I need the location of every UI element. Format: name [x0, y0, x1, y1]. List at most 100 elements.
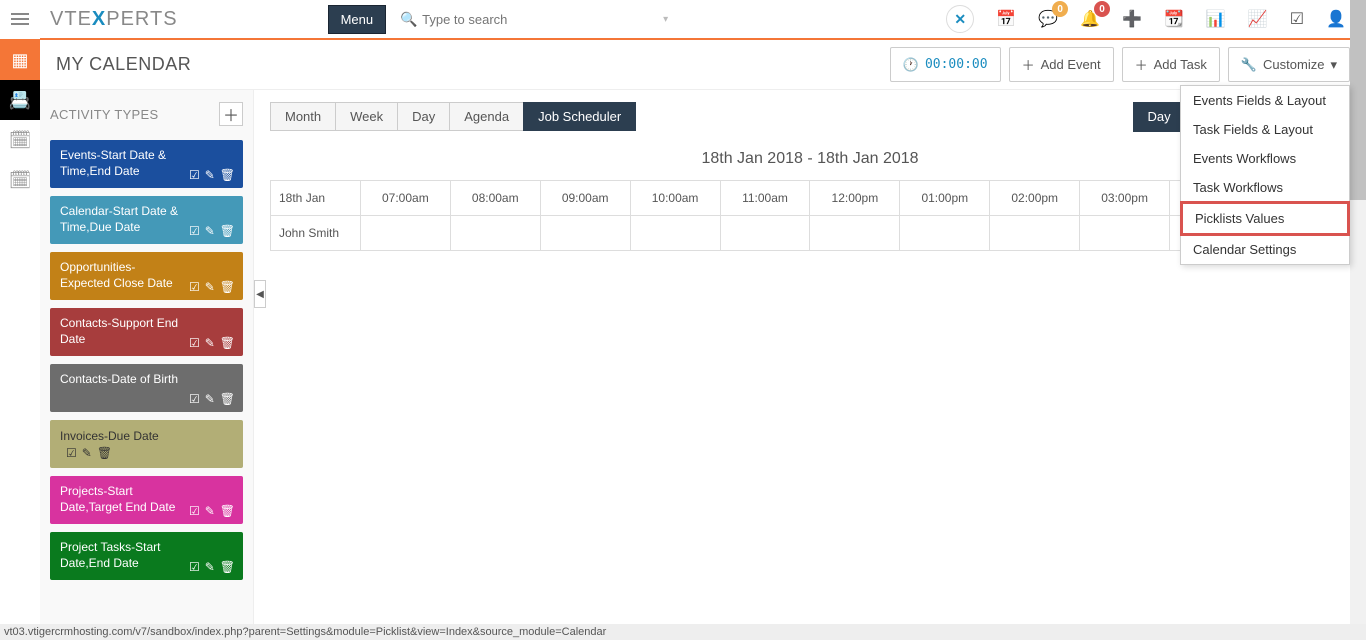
- time-cell[interactable]: [450, 216, 540, 251]
- activity-actions: ☑ ✎ 🗑: [189, 224, 235, 238]
- check-icon[interactable]: ☑: [189, 168, 200, 182]
- time-cell[interactable]: [1080, 216, 1170, 251]
- area-chart-icon[interactable]: 📈: [1248, 9, 1268, 29]
- view-tab[interactable]: Week: [335, 102, 398, 131]
- view-tab[interactable]: Day: [397, 102, 450, 131]
- activity-label: Contacts-Date of Birth: [60, 372, 233, 388]
- activity-card[interactable]: Opportunities-Expected Close Date☑✎🗑: [50, 252, 243, 300]
- activity-card[interactable]: Contacts-Date of Birth ☑ ✎ 🗑: [50, 364, 243, 412]
- delete-icon[interactable]: 🗑: [220, 280, 235, 294]
- time-cell[interactable]: [540, 216, 630, 251]
- view-tab[interactable]: Agenda: [449, 102, 524, 131]
- time-cell[interactable]: [990, 216, 1080, 251]
- hamburger-menu[interactable]: [0, 0, 40, 39]
- menu-task-workflows[interactable]: Task Workflows: [1181, 173, 1349, 202]
- check-icon[interactable]: ☑: [189, 392, 200, 406]
- sidebar-collapse-handle[interactable]: ◀: [254, 280, 266, 308]
- nav-tab[interactable]: Day: [1133, 102, 1186, 132]
- activity-actions: ☑ ✎ 🗑: [189, 392, 235, 406]
- edit-icon[interactable]: ✎: [205, 392, 215, 406]
- add-event-label: Add Event: [1041, 57, 1101, 72]
- add-icon[interactable]: ➕: [1122, 9, 1142, 29]
- menu-button[interactable]: Menu: [328, 5, 387, 34]
- activity-card[interactable]: Events-Start Date & Time,End Date☑✎🗑: [50, 140, 243, 188]
- check-icon[interactable]: ☑: [189, 504, 200, 518]
- activity-actions: ☑ ✎ 🗑: [189, 336, 235, 350]
- plus-icon: ＋: [1022, 55, 1035, 74]
- view-tab[interactable]: Job Scheduler: [523, 102, 636, 131]
- check-icon[interactable]: ☑: [189, 560, 200, 574]
- checkbox-icon[interactable]: ☑: [1290, 9, 1304, 29]
- customize-button[interactable]: 🔧 Customize ▾: [1228, 47, 1350, 82]
- check-icon[interactable]: ☑: [66, 446, 77, 460]
- company-avatar[interactable]: ✕: [946, 5, 974, 33]
- delete-icon[interactable]: 🗑: [220, 560, 235, 574]
- calendar-icon[interactable]: 📆: [1164, 9, 1184, 29]
- delete-icon[interactable]: 🗑: [220, 336, 235, 350]
- menu-events-workflows[interactable]: Events Workflows: [1181, 144, 1349, 173]
- edit-icon[interactable]: ✎: [205, 504, 215, 518]
- delete-icon[interactable]: 🗑: [220, 504, 235, 518]
- time-cell[interactable]: [900, 216, 990, 251]
- edit-icon[interactable]: ✎: [205, 560, 215, 574]
- edit-icon[interactable]: ✎: [205, 336, 215, 350]
- time-cell[interactable]: [630, 216, 720, 251]
- time-slot-header: 08:00am: [450, 181, 540, 216]
- timer-button[interactable]: 🕐 00:00:00: [890, 47, 1001, 82]
- bell-badge: 0: [1094, 1, 1110, 17]
- search-input[interactable]: [394, 6, 674, 33]
- vertical-scrollbar[interactable]: [1350, 0, 1366, 624]
- menu-events-fields[interactable]: Events Fields & Layout: [1181, 86, 1349, 115]
- chat-icon[interactable]: 💬0: [1038, 9, 1058, 29]
- hamburger-icon: [11, 13, 29, 25]
- calendar-quick-icon[interactable]: 📅: [996, 9, 1016, 29]
- delete-icon[interactable]: 🗑: [97, 446, 112, 460]
- check-icon[interactable]: ☑: [189, 336, 200, 350]
- timer-value: 00:00:00: [925, 57, 988, 72]
- activity-card[interactable]: Project Tasks-Start Date,End Date☑✎🗑: [50, 532, 243, 580]
- activity-actions: ☑ ✎ 🗑: [189, 280, 235, 294]
- edit-icon[interactable]: ✎: [205, 224, 215, 238]
- wrench-icon: 🔧: [1241, 57, 1257, 73]
- search-dropdown-icon[interactable]: ▾: [663, 14, 668, 25]
- activity-card[interactable]: Invoices-Due Date☑✎🗑: [50, 420, 243, 468]
- check-icon[interactable]: ☑: [189, 224, 200, 238]
- menu-task-fields[interactable]: Task Fields & Layout: [1181, 115, 1349, 144]
- time-cell[interactable]: [810, 216, 900, 251]
- menu-calendar-settings[interactable]: Calendar Settings: [1181, 235, 1349, 264]
- add-event-button[interactable]: ＋ Add Event: [1009, 47, 1114, 82]
- delete-icon[interactable]: 🗑: [220, 168, 235, 182]
- menu-picklists-values[interactable]: Picklists Values: [1180, 201, 1350, 236]
- leftbar-calendar-user[interactable]: 📇: [0, 80, 40, 120]
- add-task-label: Add Task: [1154, 57, 1207, 72]
- delete-icon[interactable]: 🗑: [220, 392, 235, 406]
- notifications-icon[interactable]: 🔔0: [1080, 9, 1100, 29]
- edit-icon[interactable]: ✎: [205, 280, 215, 294]
- activity-card[interactable]: Contacts-Support End Date☑✎🗑: [50, 308, 243, 356]
- add-activity-button[interactable]: ＋: [219, 102, 243, 126]
- scrollbar-thumb[interactable]: [1350, 0, 1366, 200]
- statusbar: vt03.vtigercrmhosting.com/v7/sandbox/ind…: [0, 624, 1366, 640]
- leftbar-calendar-grid[interactable]: ▦: [0, 40, 40, 80]
- bar-chart-icon[interactable]: 📊: [1206, 9, 1226, 29]
- activity-actions: ☑ ✎ 🗑: [66, 446, 112, 460]
- activity-card[interactable]: Calendar-Start Date & Time,Due Date☑✎🗑: [50, 196, 243, 244]
- activity-actions: ☑ ✎ 🗑: [189, 504, 235, 518]
- leftbar-calendar-check[interactable]: 🗓: [0, 120, 40, 160]
- delete-icon[interactable]: 🗑: [220, 224, 235, 238]
- edit-icon[interactable]: ✎: [205, 168, 215, 182]
- app-logo[interactable]: VTEXPERTS: [40, 8, 188, 31]
- view-tab[interactable]: Month: [270, 102, 336, 131]
- edit-icon[interactable]: ✎: [82, 446, 92, 460]
- activity-card[interactable]: Projects-Start Date,Target End Date☑✎🗑: [50, 476, 243, 524]
- time-cell[interactable]: [360, 216, 450, 251]
- time-slot-header: 02:00pm: [990, 181, 1080, 216]
- time-cell[interactable]: [720, 216, 810, 251]
- user-icon[interactable]: 👤: [1326, 9, 1346, 29]
- leftbar-calendar-plain[interactable]: 🗓: [0, 160, 40, 200]
- plus-icon: ＋: [1135, 55, 1148, 74]
- add-task-button[interactable]: ＋ Add Task: [1122, 47, 1220, 82]
- clock-icon: 🕐: [903, 57, 919, 73]
- page-title: MY CALENDAR: [56, 54, 191, 75]
- check-icon[interactable]: ☑: [189, 280, 200, 294]
